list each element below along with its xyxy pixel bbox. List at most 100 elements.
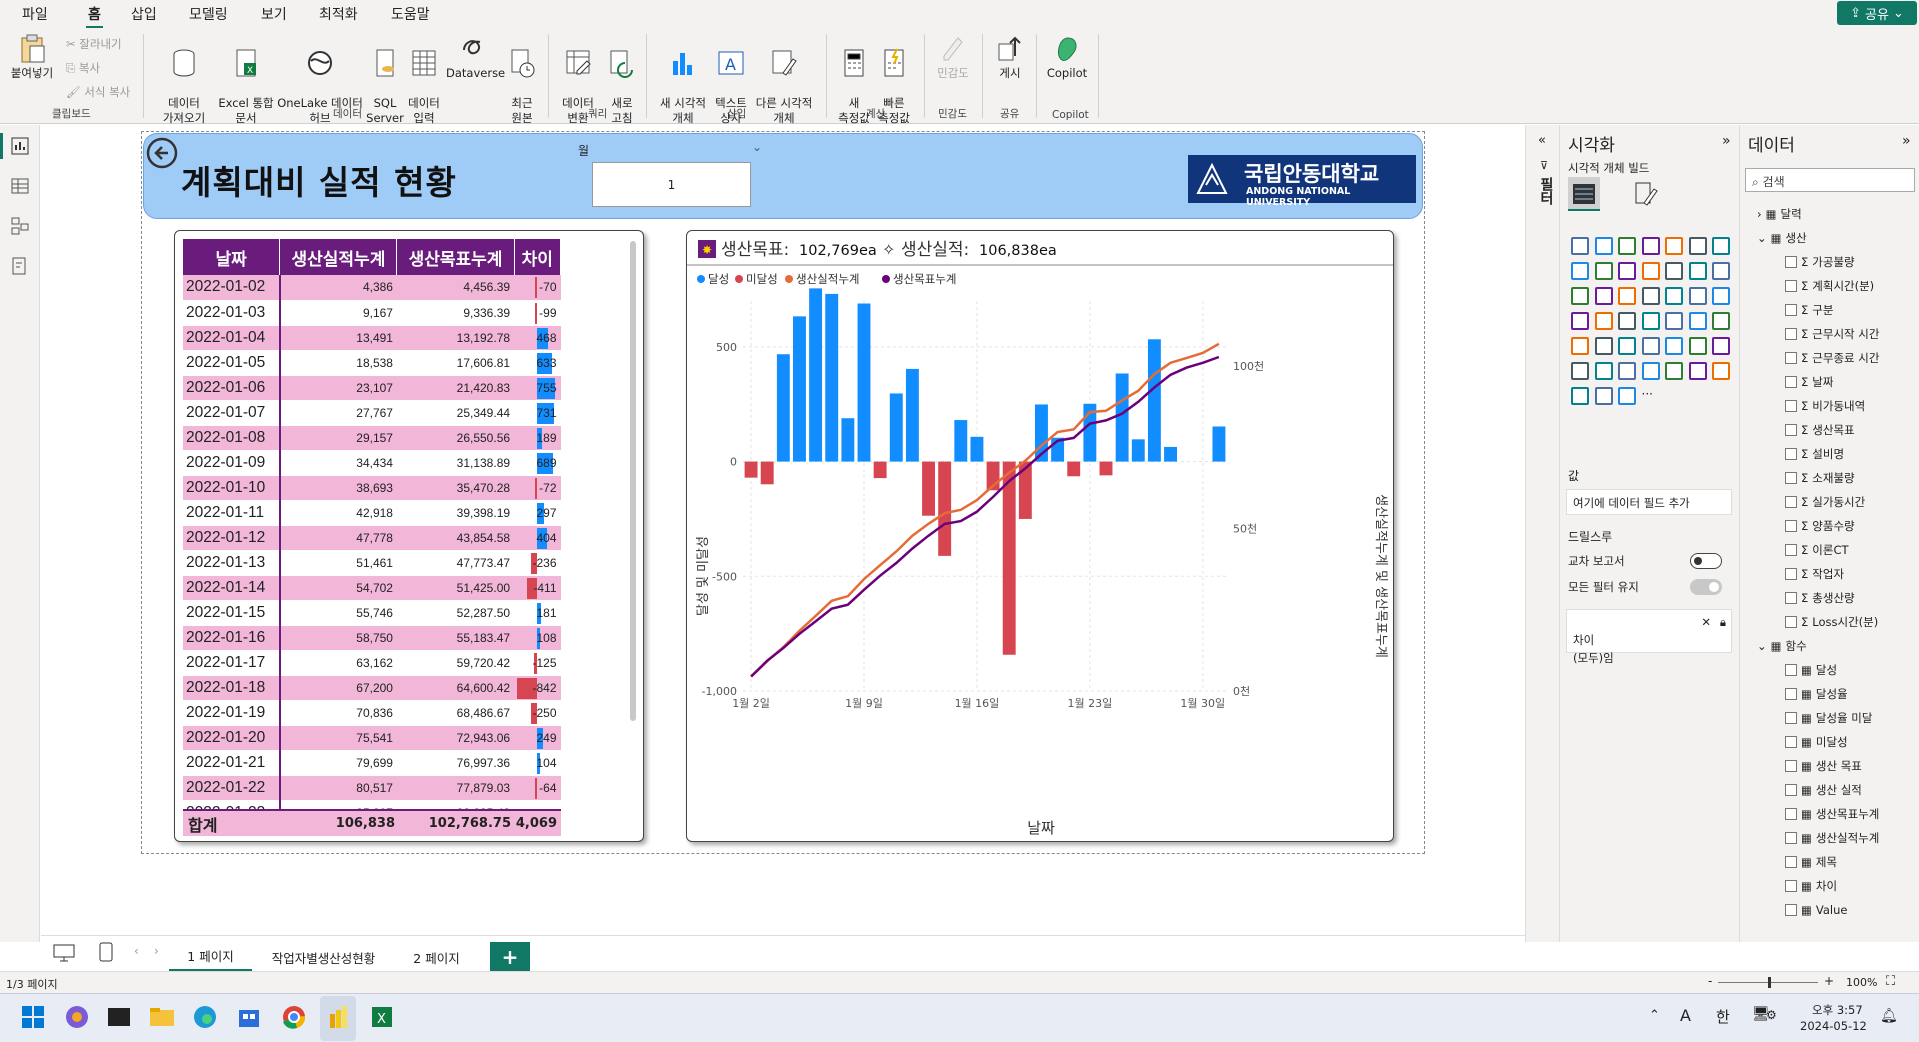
achieved-bar[interactable] [905,368,919,462]
achieved-bar[interactable] [809,288,823,462]
copilot-button[interactable]: Copilot [1044,32,1090,81]
chevron-up-icon[interactable]: ⌃ [1649,1008,1660,1023]
diamond-icon[interactable] [1688,362,1707,380]
field-item[interactable]: ▦ 차이 [1785,876,1837,896]
publish-button[interactable]: 게시 [990,32,1030,81]
table-view-icon[interactable] [10,176,30,196]
search-icon[interactable] [1571,387,1589,405]
gauge-icon[interactable] [1594,312,1613,330]
cross-report-toggle[interactable] [1690,553,1722,569]
achieved-bar[interactable] [954,420,968,462]
achieved-bar[interactable] [776,354,790,462]
card-icon[interactable] [1618,312,1636,330]
add-page-button[interactable]: + [490,942,530,972]
field-checkbox[interactable] [1785,424,1797,436]
globe-icon[interactable] [1665,362,1683,380]
month-slicer-input[interactable]: 1 [592,162,751,207]
table-row[interactable]: 2022-01-09 34,434 31,138.89 689 [183,450,561,476]
field-checkbox[interactable] [1785,400,1797,412]
matrix-icon[interactable] [1571,337,1589,355]
fit-to-page-icon[interactable]: ⛶ [1886,974,1895,989]
map-icon[interactable] [1665,287,1683,305]
field-checkbox[interactable] [1785,712,1797,724]
ime-mode-a[interactable]: A [1680,1006,1691,1025]
field-item[interactable]: ▦ 생산 목표 [1785,756,1862,776]
table-row[interactable]: 2022-01-13 51,461 47,773.47 -236 [183,550,561,576]
collapse-right-icon[interactable]: » [1902,133,1911,149]
slicer-icon[interactable] [1688,312,1707,330]
field-checkbox[interactable] [1785,616,1797,628]
achieved-bar[interactable] [857,303,871,462]
filled-map-icon[interactable] [1688,287,1707,305]
more-visuals-button[interactable]: 다른 시각적 개체 [752,32,816,126]
chevron-down-icon[interactable]: ⌄ [752,140,762,154]
table-row[interactable]: 2022-01-03 9,167 9,336.39 -99 [183,300,561,326]
field-checkbox[interactable] [1785,760,1797,772]
area-chart-icon[interactable] [1571,262,1589,280]
missed-bar[interactable] [760,461,774,485]
chrome-icon[interactable] [279,1002,309,1032]
filters-collapsed-pane[interactable]: « ⊽ 필터 [1525,125,1559,942]
column-header[interactable]: 날짜 [183,239,281,275]
achieved-bar[interactable] [841,418,855,462]
r-visual-icon[interactable] [1594,337,1613,355]
table-row[interactable]: 2022-01-11 42,918 39,398.19 297 [183,500,561,526]
100-column-icon[interactable] [1688,237,1707,255]
legend-target-cumulative[interactable]: 생산목표누계 [893,272,956,286]
field-item[interactable]: ▦ 미달성 [1785,732,1848,752]
field-checkbox[interactable] [1785,496,1797,508]
field-checkbox[interactable] [1785,568,1797,580]
search-input[interactable]: ⌕ 검색 [1745,168,1915,192]
field-item[interactable]: Σ 근무시작 시간 [1785,324,1879,344]
missed-bar[interactable] [1067,461,1081,477]
zoom-out-icon[interactable]: - [1708,974,1712,988]
donut-icon[interactable] [1618,287,1636,305]
field-item[interactable]: ▦ Value [1785,900,1847,920]
menu-view[interactable]: 보기 [261,4,287,24]
notification-bell-icon[interactable]: 🔔︎ [1880,1008,1898,1024]
treemap-icon[interactable] [1641,287,1660,305]
narrative-icon[interactable] [1712,337,1730,355]
line-clustered-icon[interactable] [1641,262,1660,280]
key-influencers-icon[interactable] [1641,337,1660,355]
field-item[interactable]: Σ 작업자 [1785,564,1844,584]
keep-filters-toggle[interactable] [1690,579,1722,595]
menu-modeling[interactable]: 모델링 [189,4,228,24]
dataverse-button[interactable]: Dataverse [446,32,505,81]
kpi-icon[interactable] [1665,312,1683,330]
field-item[interactable]: Σ 실가동시간 [1785,492,1865,512]
format-visual-icon[interactable] [1634,181,1658,207]
field-checkbox[interactable] [1785,472,1797,484]
achieved-bar[interactable] [970,436,984,462]
recent-sources-button[interactable]: 최근 원본 [502,32,542,126]
excel-workbook-button[interactable]: X Excel 통합 문서 [214,32,278,126]
achieved-bar[interactable] [1131,439,1145,462]
field-checkbox[interactable] [1785,856,1797,868]
excel-app-icon[interactable]: X [367,1002,397,1032]
waterfall-icon[interactable] [1688,262,1707,280]
field-item[interactable]: Σ 양품수량 [1785,516,1855,536]
windows-start-icon[interactable] [18,1002,48,1032]
close-icon[interactable]: ✕ [1701,613,1711,631]
table-row[interactable]: 2022-01-18 67,200 64,600.42 -842 [183,675,561,701]
table-scrollbar[interactable] [630,241,636,721]
field-checkbox[interactable] [1785,880,1797,892]
file-explorer-icon[interactable] [147,1002,177,1032]
scatter-icon[interactable] [1571,287,1589,305]
ime-mode-han[interactable]: 한 [1716,1006,1730,1027]
tab-worker-productivity[interactable]: 작업자별생산성현황 [257,942,390,972]
field-checkbox[interactable] [1785,304,1797,316]
table-row[interactable]: 2022-01-10 38,693 35,470.28 -72 [183,475,561,501]
power-automate-icon[interactable] [1641,362,1660,380]
field-checkbox[interactable] [1785,784,1797,796]
table-row[interactable]: 2022-01-08 29,157 26,550.56 189 [183,425,561,451]
column-bars-icon[interactable] [1594,387,1613,405]
field-checkbox[interactable] [1785,376,1797,388]
field-checkbox[interactable] [1785,736,1797,748]
enter-data-button[interactable]: 데이터 입력 [403,32,445,126]
copy-button[interactable]: ⎘ 복사 [66,60,100,76]
field-item[interactable]: Σ 비가동내역 [1785,396,1865,416]
cut-button[interactable]: ✂ 잘라내기 [66,36,122,52]
field-item[interactable]: Σ Loss시간(분) [1785,612,1878,632]
cumulative-table-visual[interactable]: 날짜 생산실적누계 생산목표누계 차이 2022-01-02 4,386 4,456.39… [174,230,644,842]
